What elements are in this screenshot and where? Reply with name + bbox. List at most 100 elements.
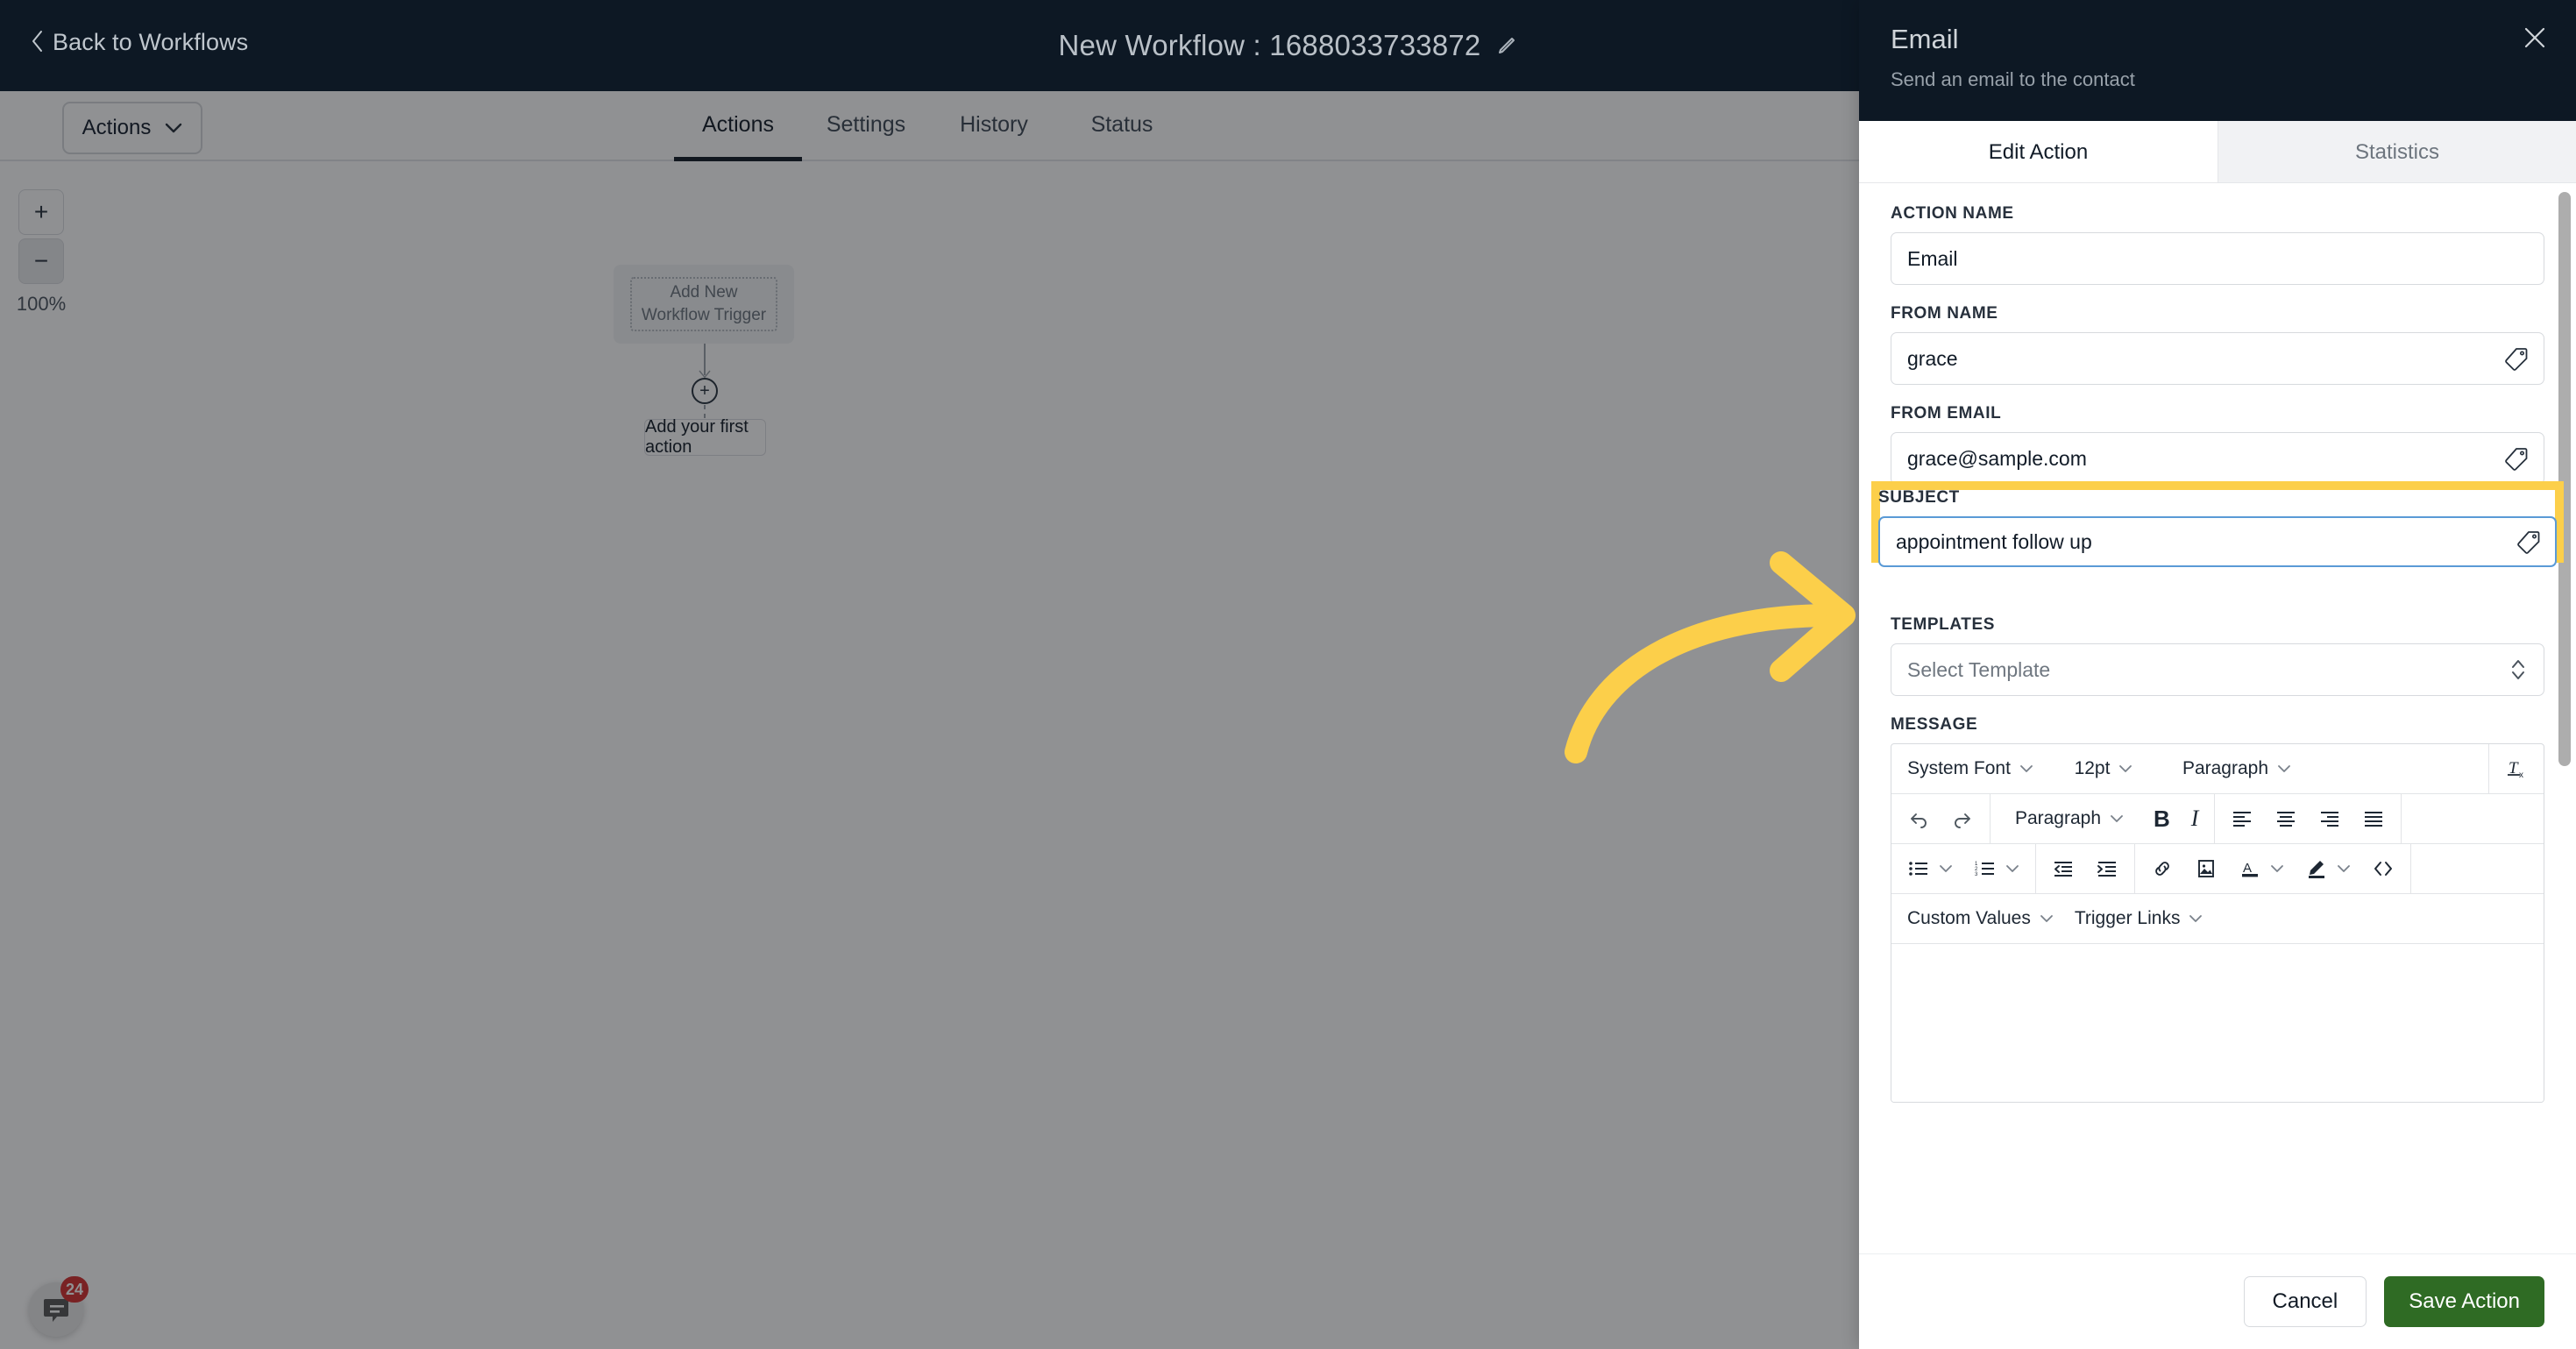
editor-toolbar-row-3: 1 2 3 A bbox=[1891, 844, 2544, 895]
panel-scrollbar-thumb[interactable] bbox=[2558, 192, 2571, 767]
panel-title: Email bbox=[1891, 24, 1959, 54]
font-size-select[interactable]: 12pt bbox=[2044, 749, 2163, 788]
panel-footer: Cancel Save Action bbox=[1859, 1253, 2576, 1349]
insert-image-button[interactable] bbox=[2184, 849, 2228, 888]
modal-backdrop[interactable] bbox=[0, 91, 1860, 1349]
align-justify-button[interactable] bbox=[2352, 799, 2395, 838]
font-size-value: 12pt bbox=[2074, 758, 2111, 779]
field-action-name: ACTION NAME bbox=[1891, 204, 2544, 286]
field-subject: SUBJECT bbox=[1878, 488, 2557, 568]
tag-icon[interactable] bbox=[2516, 529, 2541, 554]
chevron-down-icon bbox=[1939, 864, 1953, 873]
editor-toolbar-row-1: System Font 12pt Paragraph T x bbox=[1891, 744, 2544, 795]
panel-subtitle: Send an email to the contact bbox=[1891, 68, 2135, 91]
cancel-button[interactable]: Cancel bbox=[2243, 1276, 2367, 1327]
action-name-input[interactable] bbox=[1891, 232, 2544, 286]
tab-edit-action[interactable]: Edit Action bbox=[1859, 121, 2218, 184]
chevron-down-icon bbox=[2019, 764, 2033, 773]
source-code-icon bbox=[2372, 857, 2395, 880]
close-icon[interactable] bbox=[2520, 23, 2550, 53]
custom-values-label: Custom Values bbox=[1907, 908, 2031, 929]
font-family-value: System Font bbox=[1907, 758, 2011, 779]
link-icon bbox=[2151, 857, 2174, 880]
chevron-updown-icon bbox=[2509, 657, 2527, 683]
outdent-button[interactable] bbox=[2041, 849, 2085, 888]
link-button[interactable] bbox=[2140, 849, 2184, 888]
field-from-email: FROM EMAIL bbox=[1891, 404, 2544, 486]
trigger-links-label: Trigger Links bbox=[2074, 908, 2181, 929]
highlight-color-icon bbox=[2305, 857, 2328, 880]
custom-values-dropdown[interactable]: Custom Values bbox=[1897, 899, 2064, 938]
bold-button[interactable]: B bbox=[2143, 799, 2181, 838]
svg-text:3: 3 bbox=[1975, 872, 1978, 877]
clear-formatting-icon: T x bbox=[2505, 757, 2528, 780]
from-name-input[interactable] bbox=[1891, 332, 2544, 386]
field-label-action-name: ACTION NAME bbox=[1891, 204, 2014, 224]
from-email-input[interactable] bbox=[1891, 432, 2544, 486]
indent-icon bbox=[2096, 857, 2118, 880]
chevron-down-icon bbox=[2277, 764, 2291, 773]
page-title: New Workflow : 1688033733872 bbox=[1058, 29, 1481, 61]
block-format-select-2[interactable]: Paragraph bbox=[1996, 799, 2143, 838]
tag-icon[interactable] bbox=[2504, 346, 2529, 371]
text-color-icon: A bbox=[2239, 857, 2261, 880]
chevron-down-icon bbox=[2110, 814, 2124, 823]
field-label-from-email: FROM EMAIL bbox=[1891, 404, 2002, 423]
redo-button[interactable] bbox=[1941, 799, 1984, 838]
message-editor-body[interactable] bbox=[1891, 944, 2544, 1103]
from-email-input-wrap bbox=[1891, 432, 2544, 486]
font-family-select[interactable]: System Font bbox=[1897, 749, 2044, 788]
align-right-icon bbox=[2318, 807, 2341, 830]
field-message: MESSAGE System Font 12pt Paragraph T x P… bbox=[1891, 715, 2544, 1104]
email-action-panel: Email Send an email to the contact Edit … bbox=[1859, 0, 2576, 1349]
templates-select-value: Select Template bbox=[1907, 657, 2051, 681]
chevron-down-icon bbox=[2270, 864, 2284, 873]
panel-scrollbar[interactable] bbox=[2558, 183, 2571, 1253]
panel-tab-row: Edit Action Statistics bbox=[1859, 121, 2576, 184]
chevron-down-icon bbox=[2118, 764, 2132, 773]
subject-input[interactable] bbox=[1878, 516, 2557, 568]
block-format-value-2: Paragraph bbox=[2014, 808, 2102, 829]
source-code-button[interactable] bbox=[2361, 849, 2405, 888]
from-name-input-wrap bbox=[1891, 332, 2544, 386]
trigger-links-dropdown[interactable]: Trigger Links bbox=[2064, 899, 2214, 938]
editor-toolbar-row-2: Paragraph B I bbox=[1891, 794, 2544, 845]
chevron-down-icon bbox=[2005, 864, 2019, 873]
text-color-button[interactable]: A bbox=[2228, 849, 2295, 888]
pencil-icon[interactable] bbox=[1496, 35, 1517, 56]
align-center-button[interactable] bbox=[2264, 799, 2308, 838]
field-templates: TEMPLATES Select Template bbox=[1891, 615, 2544, 697]
chevron-left-icon bbox=[32, 30, 44, 56]
align-center-icon bbox=[2274, 807, 2297, 830]
action-name-input-wrap bbox=[1891, 232, 2544, 286]
highlight-color-button[interactable] bbox=[2295, 849, 2361, 888]
panel-form-scroll-area[interactable]: ACTION NAME FROM NAME bbox=[1859, 183, 2576, 1253]
field-label-message: MESSAGE bbox=[1891, 715, 1978, 735]
save-action-button[interactable]: Save Action bbox=[2384, 1276, 2544, 1327]
numbered-list-button[interactable]: 1 2 3 bbox=[1963, 849, 2030, 888]
field-label-subject: SUBJECT bbox=[1878, 488, 1960, 508]
block-format-select-1[interactable]: Paragraph bbox=[2163, 749, 2310, 788]
svg-text:x: x bbox=[2519, 770, 2523, 780]
tag-icon[interactable] bbox=[2504, 446, 2529, 471]
back-to-workflows-link[interactable]: Back to Workflows bbox=[32, 29, 248, 56]
panel-header: Email Send an email to the contact bbox=[1859, 0, 2576, 122]
field-label-from-name: FROM NAME bbox=[1891, 304, 1998, 323]
indent-button[interactable] bbox=[2085, 849, 2129, 888]
tab-statistics[interactable]: Statistics bbox=[2218, 121, 2576, 184]
svg-text:A: A bbox=[2243, 861, 2252, 876]
align-right-button[interactable] bbox=[2308, 799, 2352, 838]
undo-icon bbox=[1907, 807, 1930, 830]
bullet-list-button[interactable] bbox=[1897, 849, 1963, 888]
block-format-value-1: Paragraph bbox=[2182, 758, 2269, 779]
message-rich-text-editor[interactable]: System Font 12pt Paragraph T x Paragraph… bbox=[1891, 743, 2544, 1104]
align-justify-icon bbox=[2362, 807, 2385, 830]
templates-select[interactable]: Select Template bbox=[1891, 643, 2544, 697]
back-link-label: Back to Workflows bbox=[53, 29, 249, 55]
align-left-button[interactable] bbox=[2220, 799, 2264, 838]
undo-button[interactable] bbox=[1897, 799, 1941, 838]
outdent-icon bbox=[2052, 857, 2075, 880]
italic-button[interactable]: I bbox=[2181, 799, 2210, 838]
image-icon bbox=[2195, 857, 2218, 880]
clear-formatting-button[interactable]: T x bbox=[2494, 749, 2538, 788]
